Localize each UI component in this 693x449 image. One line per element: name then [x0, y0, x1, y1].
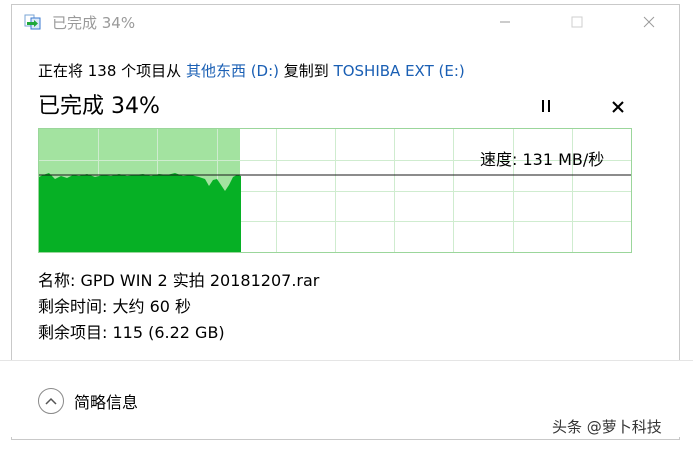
source-link[interactable]: 其他东西 (D:): [186, 62, 279, 80]
cancel-button[interactable]: [607, 96, 629, 118]
chevron-up-icon: [38, 388, 64, 414]
minimize-button[interactable]: [482, 5, 528, 38]
copy-arrow-icon: [24, 14, 42, 30]
copy-prefix: 正在将 138 个项目从: [38, 62, 186, 80]
pause-button[interactable]: [536, 96, 556, 116]
speed-area: [39, 173, 241, 252]
title-bar: 已完成 34%: [12, 5, 679, 38]
close-icon: [643, 16, 655, 27]
fewer-details-button[interactable]: 简略信息: [38, 388, 138, 414]
speed-label: 速度: 131 MB/秒: [480, 150, 605, 169]
copy-middle: 复制到: [279, 62, 334, 80]
window-title: 已完成 34%: [52, 14, 136, 32]
maximize-icon: [571, 16, 583, 27]
pause-icon: [542, 100, 550, 112]
watermark: 头条 @萝卜科技: [552, 418, 662, 436]
minimize-icon: [500, 21, 510, 22]
copy-description: 正在将 138 个项目从 其他东西 (D:) 复制到 TOSHIBA EXT (…: [38, 60, 465, 81]
close-icon: [612, 101, 624, 113]
progress-heading: 已完成 34%: [38, 94, 160, 119]
time-remaining: 剩余时间: 大约 60 秒: [38, 297, 192, 316]
file-name: 名称: GPD WIN 2 实拍 20181207.rar: [38, 271, 320, 290]
items-remaining: 剩余项目: 115 (6.22 GB): [38, 323, 225, 342]
close-window-button[interactable]: [626, 5, 672, 38]
details-panel: 名称: GPD WIN 2 实拍 20181207.rar 剩余时间: 大约 6…: [38, 268, 319, 346]
maximize-button[interactable]: [554, 5, 600, 38]
destination-link[interactable]: TOSHIBA EXT (E:): [334, 62, 465, 80]
fewer-details-label: 简略信息: [74, 393, 139, 412]
